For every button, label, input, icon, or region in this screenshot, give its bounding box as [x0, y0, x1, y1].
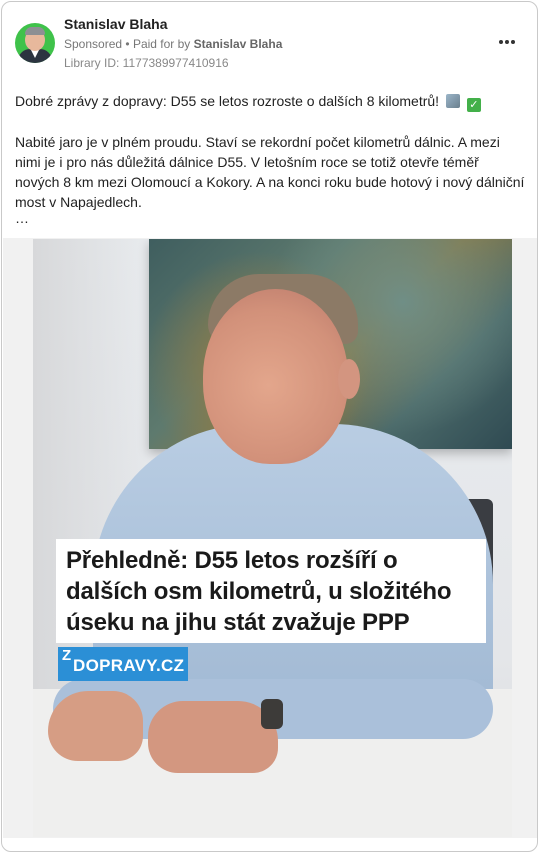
more-dot — [505, 40, 509, 44]
zdopravy-logo: Z DOPRAVY.CZ — [58, 647, 188, 681]
logo-text: DOPRAVY.CZ — [73, 656, 185, 675]
post-headline-text: Dobré zprávy z dopravy: D55 se letos roz… — [15, 93, 440, 109]
post-text: Dobré zprávy z dopravy: D55 se letos roz… — [15, 91, 527, 212]
caption-box: Přehledně: D55 letos rozšíří o dalších o… — [56, 539, 486, 643]
library-id: Library ID: 1177389977410916 — [64, 56, 229, 70]
person-left-hand — [48, 691, 143, 761]
person-ear — [338, 359, 360, 399]
logo-z: Z — [62, 647, 72, 664]
more-dot — [499, 40, 503, 44]
person-head — [203, 289, 348, 464]
check-mark-button-icon: ✓ — [466, 98, 481, 112]
more-options-icon[interactable] — [492, 32, 522, 52]
ad-card: Stanislav Blaha Sponsored • Paid for by … — [1, 1, 538, 852]
author-name[interactable]: Stanislav Blaha — [64, 16, 168, 32]
post-headline: Dobré zprávy z dopravy: D55 se letos roz… — [15, 91, 527, 112]
sponsored-line: Sponsored • Paid for by Stanislav Blaha — [64, 37, 282, 51]
post-body: Nabité jaro je v plném proudu. Staví se … — [15, 134, 525, 210]
avatar-hair — [25, 27, 45, 35]
separator-dot: • — [125, 37, 130, 51]
motorway-icon — [445, 94, 460, 108]
watch — [261, 699, 283, 729]
caption-text: Přehledně: D55 letos rozšíří o dalších o… — [66, 547, 452, 636]
see-more-ellipsis[interactable]: … — [15, 210, 29, 226]
paid-for-name[interactable]: Stanislav Blaha — [194, 37, 283, 51]
more-dot — [511, 40, 515, 44]
sponsored-label: Sponsored — [64, 37, 123, 51]
person-right-hand — [148, 701, 278, 773]
author-avatar[interactable] — [15, 23, 55, 63]
paid-for-prefix: Paid for by — [132, 37, 191, 51]
ad-image[interactable]: Přehledně: D55 letos rozšíří o dalších o… — [33, 239, 512, 837]
